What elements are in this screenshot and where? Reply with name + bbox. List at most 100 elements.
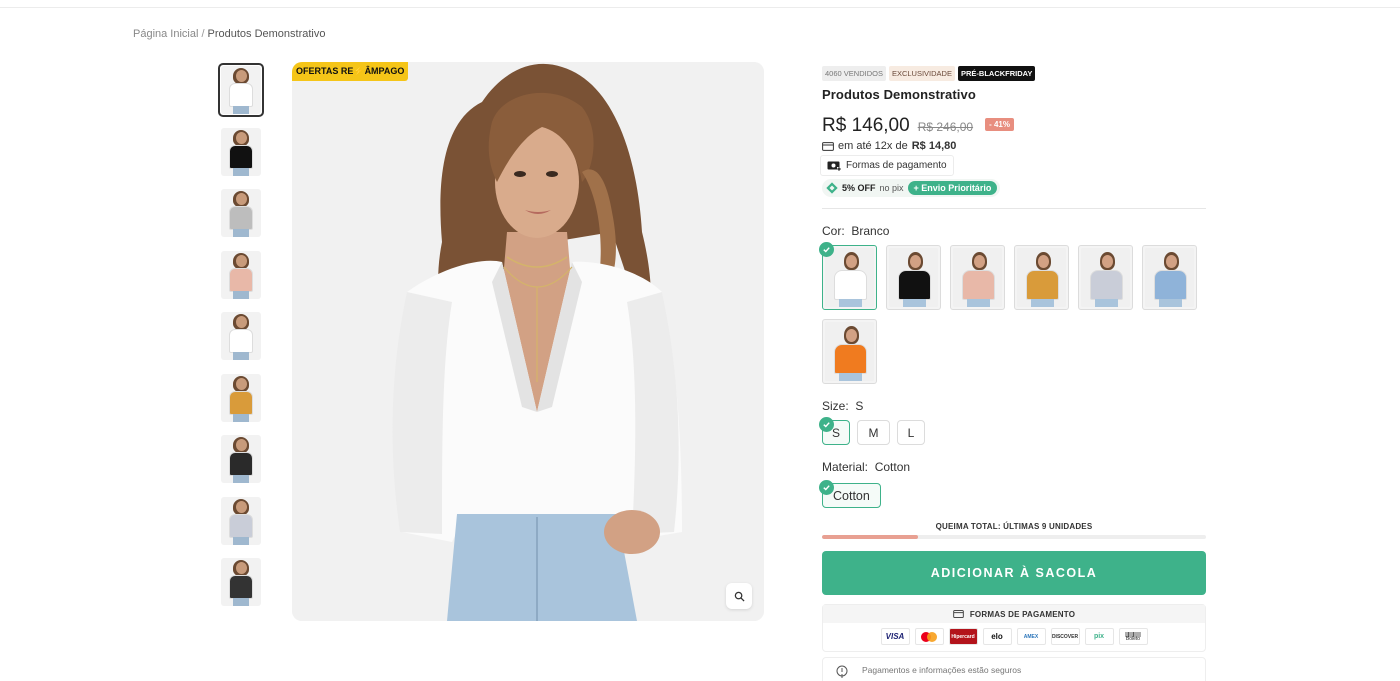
mastercard-icon: [914, 628, 944, 645]
gallery-thumbnail[interactable]: [218, 494, 264, 548]
size-option-s[interactable]: S: [819, 417, 850, 445]
material-selected-value: Cotton: [874, 460, 911, 474]
size-option-label: M: [868, 425, 879, 440]
gallery-thumbnail[interactable]: [218, 555, 264, 609]
secure-payment-note: Pagamentos e informações estão seguros: [822, 657, 1206, 681]
add-to-bag-button[interactable]: ADICIONAR À SACOLA: [822, 551, 1206, 595]
breadcrumb-separator: /: [201, 28, 205, 40]
pix-label: no pix: [879, 183, 904, 193]
product-photo: [292, 62, 764, 621]
swatch-image: [825, 322, 874, 381]
breadcrumb: Página Inicial / Produtos Demonstrativo: [133, 28, 326, 40]
payment-forms-label: Formas de pagamento: [846, 160, 947, 171]
stock-progress-fill: [822, 535, 918, 539]
breadcrumb-home-link[interactable]: Página Inicial: [133, 28, 198, 40]
info-divider: [822, 208, 1206, 209]
color-swatch[interactable]: [1142, 245, 1197, 310]
thumbnail-list[interactable]: [218, 63, 264, 621]
amex-label: AMEX: [1023, 633, 1039, 640]
pix-icon: [826, 182, 838, 194]
discover-label: DISCOVER: [1051, 633, 1079, 640]
material-label-text: Material:: [822, 460, 869, 474]
priority-shipping-badge: + Envio Prioritário: [907, 181, 998, 195]
boleto-label: Boleto: [1125, 635, 1141, 642]
size-label-text: Size:: [822, 399, 849, 413]
card-icon: [953, 610, 964, 618]
discount-badge: - 41%: [985, 118, 1014, 131]
color-selected-value: Branco: [851, 224, 890, 238]
hipercard-icon: Hipercard: [948, 628, 978, 645]
check-icon: [819, 480, 834, 495]
boleto-icon: Boleto: [1118, 628, 1148, 645]
stock-warning: QUEIMA TOTAL: ÚLTIMAS 9 UNIDADES: [935, 522, 1093, 531]
gallery-thumbnail[interactable]: [218, 309, 264, 363]
size-option-l[interactable]: L: [897, 420, 925, 445]
color-label-text: Cor:: [822, 224, 845, 238]
hipercard-label: Hipercard: [951, 633, 975, 640]
thumbnail-image: [221, 250, 261, 299]
payment-methods-title: FORMAS DE PAGAMENTO: [969, 609, 1076, 619]
check-icon: [819, 242, 834, 257]
color-swatch[interactable]: [819, 242, 877, 310]
material-option-cotton[interactable]: Cotton: [819, 480, 881, 508]
stock-progress-bar: [822, 535, 1206, 539]
zoom-button[interactable]: [726, 583, 752, 609]
zoom-icon: [734, 591, 745, 602]
product-title: Produtos Demonstrativo: [822, 87, 976, 102]
color-swatch[interactable]: [886, 245, 941, 310]
gallery-thumbnail[interactable]: [218, 432, 264, 486]
material-label: Material: Cotton: [822, 460, 1206, 474]
size-selected-value: S: [855, 399, 864, 413]
elo-label: elo: [991, 632, 1003, 641]
old-price: R$ 246,00: [917, 120, 974, 134]
price-row: R$ 146,00 R$ 246,00 - 41%: [822, 115, 1206, 137]
size-options: SML: [819, 417, 1206, 445]
header-divider: [0, 7, 1400, 8]
size-option-m[interactable]: M: [857, 420, 890, 445]
secure-text: Pagamentos e informações estão seguros: [862, 665, 1022, 675]
money-icon: [827, 161, 841, 171]
shield-icon: [836, 665, 848, 678]
swatch-image: [1145, 248, 1194, 307]
exclusive-badge: EXCLUSIVIDADE: [888, 66, 955, 81]
product-badges: 4060 VENDIDOS EXCLUSIVIDADE PRÉ-BLACKFRI…: [822, 66, 1206, 81]
color-swatch[interactable]: [1078, 245, 1133, 310]
thumbnail-image: [221, 127, 261, 176]
breadcrumb-current: Produtos Demonstrativo: [207, 28, 326, 40]
pix-payment-icon: pix: [1084, 628, 1114, 645]
payment-methods-box: FORMAS DE PAGAMENTO VISA Hipercard elo A…: [822, 604, 1206, 652]
size-label: Size: S: [822, 399, 1206, 413]
sold-count-badge: 4060 VENDIDOS: [822, 66, 886, 81]
gallery-thumbnail[interactable]: [218, 186, 264, 240]
payment-icons: VISA Hipercard elo AMEX DISCOVER pix Bol…: [823, 623, 1205, 651]
color-swatch[interactable]: [822, 319, 877, 384]
thumbnail-image: [221, 373, 261, 422]
color-label: Cor: Branco: [822, 224, 1206, 238]
flash-sale-badge: OFERTAS RE⚡ÂMPAGO: [292, 62, 409, 81]
current-price: R$ 146,00: [822, 115, 910, 136]
pre-blackfriday-badge: PRÉ-BLACKFRIDAY: [957, 66, 1036, 81]
installments-text: em até 12x de: [838, 140, 908, 152]
discover-icon: DISCOVER: [1050, 628, 1080, 645]
payment-methods-header: FORMAS DE PAGAMENTO: [823, 605, 1205, 623]
pix-discount: 5% OFF: [842, 183, 876, 193]
thumbnail-image: [221, 496, 261, 545]
color-swatches: [819, 242, 1206, 384]
color-swatch[interactable]: [1014, 245, 1069, 310]
visa-label: VISA: [885, 632, 905, 641]
check-icon: [819, 417, 834, 432]
color-swatch[interactable]: [950, 245, 1005, 310]
material-option-label: Cotton: [833, 488, 870, 503]
gallery-thumbnail[interactable]: [218, 63, 264, 117]
payment-forms-button[interactable]: Formas de pagamento: [820, 155, 954, 176]
thumbnail-image: [221, 312, 261, 360]
product-info: 4060 VENDIDOS EXCLUSIVIDADE PRÉ-BLACKFRI…: [819, 66, 1206, 681]
gallery-thumbnail[interactable]: [218, 371, 264, 425]
gallery-thumbnail[interactable]: [218, 248, 264, 302]
swatch-image: [1081, 248, 1130, 307]
gallery-thumbnail[interactable]: [218, 125, 264, 179]
visa-icon: VISA: [880, 628, 910, 645]
main-product-image[interactable]: OFERTAS RE⚡ÂMPAGO: [292, 62, 764, 621]
flash-badge-prefix: OFERTAS RE: [296, 66, 354, 76]
size-option-label: L: [907, 425, 915, 440]
